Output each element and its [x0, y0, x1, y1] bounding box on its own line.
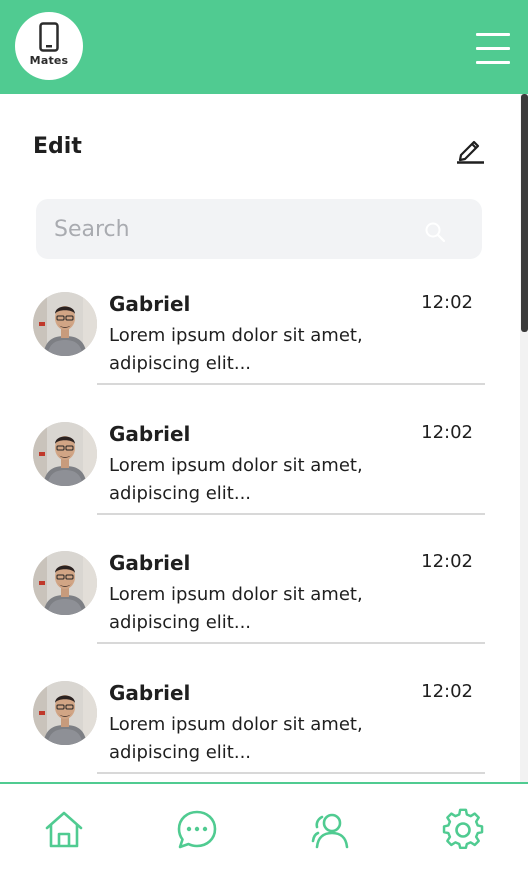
avatar: [33, 292, 97, 356]
home-icon: [45, 811, 83, 848]
hamburger-icon-line: [476, 33, 510, 36]
message-item[interactable]: Gabriel 12:02 Lorem ipsum dolor sit amet…: [0, 422, 520, 552]
app-header: Mates: [0, 0, 528, 94]
divider: [97, 513, 485, 515]
message-time: 12:02: [421, 681, 473, 702]
search-input[interactable]: [36, 199, 434, 259]
phone-icon: [39, 22, 59, 52]
message-preview: Lorem ipsum dolor sit amet, adipiscing e…: [109, 455, 363, 504]
nav-home-button[interactable]: [42, 808, 86, 852]
edit-pencil-icon[interactable]: [455, 134, 485, 168]
contact-name: Gabriel: [109, 551, 191, 575]
app-logo[interactable]: Mates: [15, 12, 83, 80]
message-preview: Lorem ipsum dolor sit amet, adipiscing e…: [109, 714, 363, 763]
hamburger-icon-line: [476, 47, 510, 50]
chat-icon: [177, 810, 217, 849]
message-time: 12:02: [421, 551, 473, 572]
message-time: 12:02: [421, 422, 473, 443]
edit-label[interactable]: Edit: [33, 134, 82, 159]
settings-icon: [442, 808, 484, 850]
message-preview: Lorem ipsum dolor sit amet, adipiscing e…: [109, 584, 363, 633]
message-item[interactable]: Gabriel 12:02 Lorem ipsum dolor sit amet…: [0, 551, 520, 681]
hamburger-menu-button[interactable]: [476, 33, 512, 65]
nav-settings-button[interactable]: [441, 808, 485, 852]
message-time: 12:02: [421, 292, 473, 313]
message-preview: Lorem ipsum dolor sit amet, adipiscing e…: [109, 325, 363, 374]
logo-text: Mates: [29, 54, 69, 67]
divider: [97, 642, 485, 644]
avatar: [33, 422, 97, 486]
message-item[interactable]: Gabriel 12:02 Lorem ipsum dolor sit amet…: [0, 292, 520, 422]
contact-name: Gabriel: [109, 681, 191, 705]
nav-contacts-button[interactable]: [308, 808, 352, 852]
search-box: [36, 199, 482, 259]
avatar: [33, 551, 97, 615]
search-icon[interactable]: [424, 221, 446, 247]
contacts-icon: [311, 813, 349, 849]
bottom-nav: [0, 782, 528, 878]
hamburger-icon-line: [476, 61, 510, 64]
nav-chat-button[interactable]: [175, 808, 219, 852]
scrollbar-thumb[interactable]: [521, 94, 528, 332]
contact-name: Gabriel: [109, 292, 191, 316]
divider: [97, 383, 485, 385]
divider: [97, 772, 485, 774]
contact-name: Gabriel: [109, 422, 191, 446]
avatar: [33, 681, 97, 745]
